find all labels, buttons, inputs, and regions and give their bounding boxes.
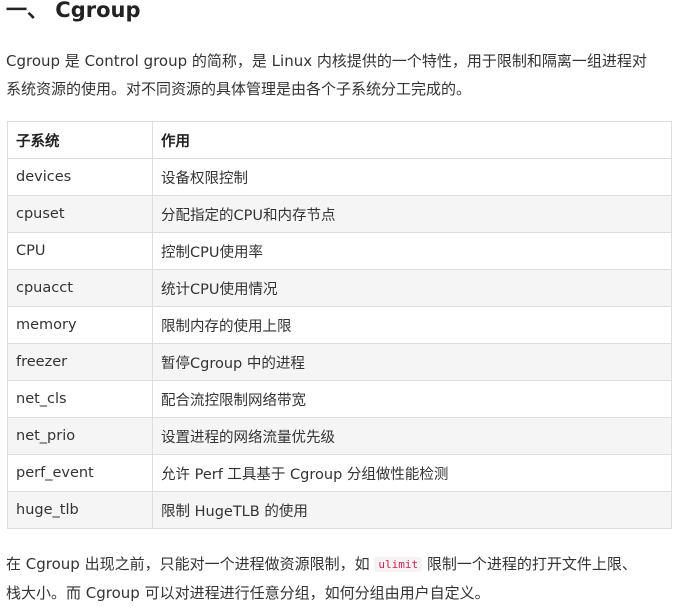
subsystem-name: huge_tlb: [7, 491, 153, 529]
subsystem-function: 控制CPU使用率: [152, 232, 672, 270]
table-row: perf_event 允许 Perf 工具基于 Cgroup 分组做性能检测: [7, 454, 672, 492]
header-function: 作用: [152, 121, 672, 159]
subsystem-function: 设备权限控制: [152, 158, 672, 196]
outro-text-before-code: 在 Cgroup 出现之前，只能对一个进程做资源限制，如: [6, 555, 375, 573]
intro-paragraph: Cgroup 是 Control group 的简称，是 Linux 内核提供的…: [6, 47, 670, 103]
subsystem-function: 限制 HugeTLB 的使用: [152, 491, 672, 529]
subsystem-function: 统计CPU使用情况: [152, 269, 672, 307]
inline-code-ulimit: ulimit: [374, 557, 423, 572]
intro-line-1: Cgroup 是 Control group 的简称，是 Linux 内核提供的…: [6, 52, 647, 70]
table-row: cpuacct 统计CPU使用情况: [7, 269, 672, 307]
article: 一、 Cgroup Cgroup 是 Control group 的简称，是 L…: [0, 0, 674, 609]
subsystem-function: 配合流控限制网络带宽: [152, 380, 672, 418]
intro-line-2: 系统资源的使用。对不同资源的具体管理是由各个子系统分工完成的。: [6, 80, 472, 98]
subsystem-function: 限制内存的使用上限: [152, 306, 672, 344]
subsystem-function: 设置进程的网络流量优先级: [152, 417, 672, 455]
subsystem-table: 子系统 作用 devices 设备权限控制 cpuset 分配指定的CPU和内存…: [7, 121, 672, 529]
subsystem-name: memory: [7, 306, 153, 344]
subsystem-name: net_cls: [7, 380, 153, 418]
subsystem-function: 允许 Perf 工具基于 Cgroup 分组做性能检测: [152, 454, 672, 492]
table-row: devices 设备权限控制: [7, 158, 672, 196]
subsystem-name: net_prio: [7, 417, 153, 455]
section-heading: 一、 Cgroup: [6, 0, 141, 22]
header-subsystem: 子系统: [7, 121, 153, 159]
subsystem-name: cpuacct: [7, 269, 153, 307]
subsystem-name: cpuset: [7, 195, 153, 233]
table-row: net_cls 配合流控限制网络带宽: [7, 380, 672, 418]
table-row: net_prio 设置进程的网络流量优先级: [7, 417, 672, 455]
outro-text-after-code: 限制一个进程的打开文件上限、: [422, 555, 637, 573]
table-row: CPU 控制CPU使用率: [7, 232, 672, 270]
table-row: freezer 暂停Cgroup 中的进程: [7, 343, 672, 381]
table-row: memory 限制内存的使用上限: [7, 306, 672, 344]
subsystem-name: perf_event: [7, 454, 153, 492]
table-header-row: 子系统 作用: [7, 121, 672, 159]
subsystem-function: 暂停Cgroup 中的进程: [152, 343, 672, 381]
subsystem-name: freezer: [7, 343, 153, 381]
outro-paragraph: 在 Cgroup 出现之前，只能对一个进程做资源限制，如 ulimit 限制一个…: [6, 550, 670, 607]
subsystem-name: CPU: [7, 232, 153, 270]
table-row: huge_tlb 限制 HugeTLB 的使用: [7, 491, 672, 529]
outro-line-2: 栈大小。而 Cgroup 可以对进程进行任意分组，如何分组由用户自定义。: [6, 584, 490, 602]
subsystem-function: 分配指定的CPU和内存节点: [152, 195, 672, 233]
subsystem-name: devices: [7, 158, 153, 196]
table-row: cpuset 分配指定的CPU和内存节点: [7, 195, 672, 233]
